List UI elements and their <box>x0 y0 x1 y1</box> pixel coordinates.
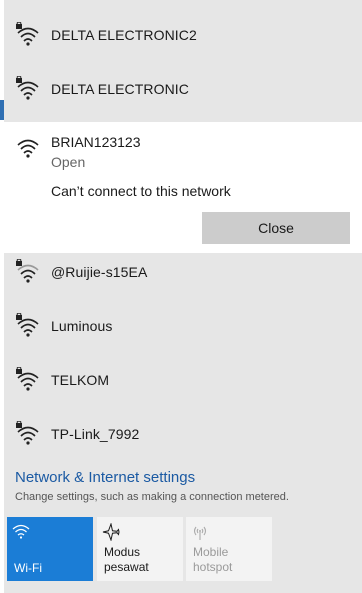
hotspot-icon <box>191 523 267 543</box>
secured-wifi-icon <box>15 76 41 102</box>
secured-wifi-icon <box>15 313 41 339</box>
network-name: BRIAN123123 <box>51 134 141 150</box>
network-item-tp-link[interactable]: TP-Link_7992 <box>4 407 362 461</box>
network-name: @Ruijie-s15EA <box>51 264 148 280</box>
secured-wifi-icon <box>15 367 41 393</box>
network-flyout: DELTA ELECTRONIC2 DELTA ELECTRONIC BRIAN… <box>4 0 362 593</box>
close-button[interactable]: Close <box>202 212 350 244</box>
network-item-telkom[interactable]: TELKOM <box>4 353 362 407</box>
airplane-icon <box>102 522 178 543</box>
tile-label-line: Modus <box>104 545 141 559</box>
network-name: TELKOM <box>51 372 110 388</box>
network-item-expanded[interactable]: BRIAN123123 Open Can’t connect to this n… <box>4 122 362 253</box>
network-name: DELTA ELECTRONIC <box>51 81 189 97</box>
network-name: TP-Link_7992 <box>51 426 140 442</box>
network-name: Luminous <box>51 318 113 334</box>
tile-label-line: pesawat <box>104 560 149 574</box>
secured-wifi-icon <box>15 259 41 285</box>
network-settings-link[interactable]: Network & Internet settings <box>15 469 195 486</box>
airplane-mode-tile[interactable]: Modus pesawat <box>97 517 183 581</box>
network-settings-description: Change settings, such as making a connec… <box>15 491 289 503</box>
tile-label: Modus pesawat <box>104 545 149 575</box>
tile-label: Mobile hotspot <box>193 545 232 575</box>
mobile-hotspot-tile[interactable]: Mobile hotspot <box>186 517 272 581</box>
tile-label: Wi-Fi <box>14 561 42 575</box>
network-item-luminous[interactable]: Luminous <box>4 299 362 353</box>
network-name: DELTA ELECTRONIC2 <box>51 27 197 43</box>
secured-wifi-icon <box>15 421 41 447</box>
tile-label-line: Mobile <box>193 545 229 559</box>
open-wifi-icon <box>15 134 41 160</box>
wifi-icon <box>12 523 88 543</box>
tile-label-line: hotspot <box>193 560 233 574</box>
network-item-delta-electronic2[interactable]: DELTA ELECTRONIC2 <box>4 8 362 62</box>
network-item-ruijie[interactable]: @Ruijie-s15EA <box>4 245 362 299</box>
secured-wifi-icon <box>15 22 41 48</box>
network-security: Open <box>51 154 86 170</box>
connection-error-message: Can’t connect to this network <box>51 183 231 199</box>
network-item-delta-electronic[interactable]: DELTA ELECTRONIC <box>4 62 362 116</box>
wifi-toggle-tile[interactable]: Wi-Fi <box>7 517 93 581</box>
